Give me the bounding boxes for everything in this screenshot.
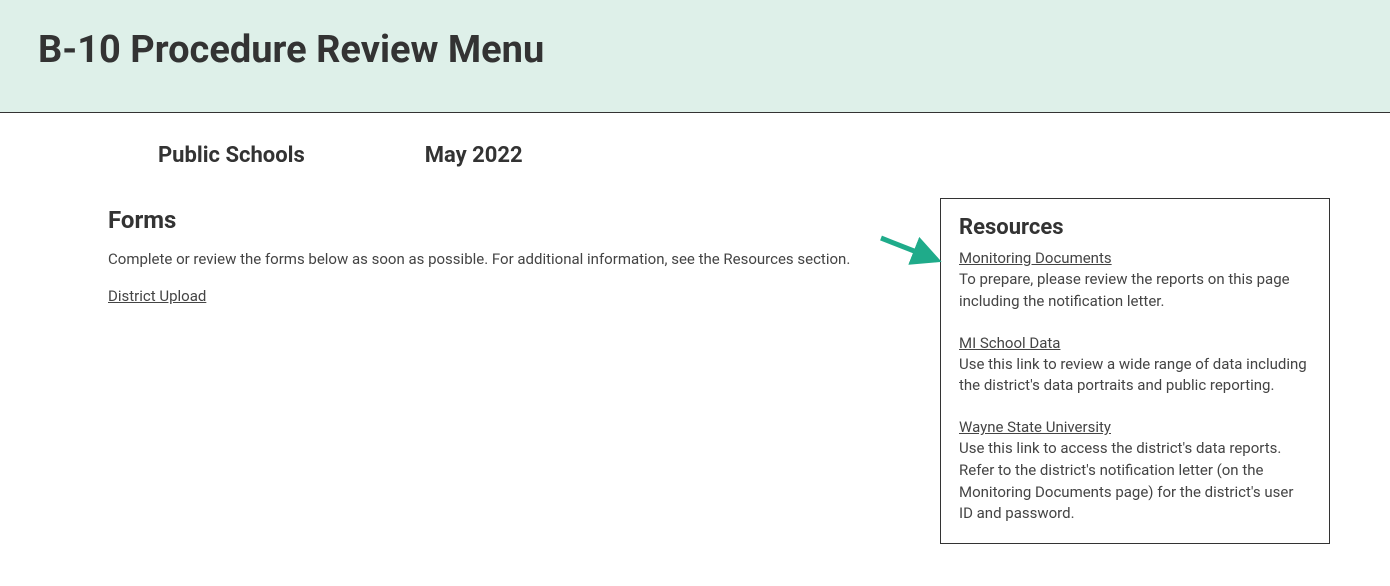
forms-heading: Forms (108, 206, 920, 234)
header-banner: B-10 Procedure Review Menu (0, 0, 1390, 113)
wayne-state-university-link[interactable]: Wayne State University (959, 418, 1111, 436)
resource-description: To prepare, please review the reports on… (959, 269, 1311, 313)
resource-description: Use this link to access the district's d… (959, 438, 1311, 525)
subheader-org: Public Schools (158, 143, 305, 168)
resource-item: Monitoring Documents To prepare, please … (959, 248, 1311, 313)
resource-item: MI School Data Use this link to review a… (959, 333, 1311, 398)
page-title: B-10 Procedure Review Menu (38, 28, 1352, 72)
resources-box: Resources Monitoring Documents To prepar… (940, 198, 1330, 544)
resource-description: Use this link to review a wide range of … (959, 354, 1311, 398)
content-area: Forms Complete or review the forms below… (0, 198, 1390, 544)
resource-item: Wayne State University Use this link to … (959, 417, 1311, 525)
district-upload-link[interactable]: District Upload (108, 287, 206, 305)
forms-column: Forms Complete or review the forms below… (108, 198, 920, 544)
mi-school-data-link[interactable]: MI School Data (959, 334, 1060, 352)
monitoring-documents-link[interactable]: Monitoring Documents (959, 249, 1112, 267)
forms-instructions: Complete or review the forms below as so… (108, 250, 920, 268)
subheader: Public Schools May 2022 (0, 113, 1390, 198)
subheader-date: May 2022 (425, 143, 523, 168)
resources-heading: Resources (959, 215, 1311, 240)
